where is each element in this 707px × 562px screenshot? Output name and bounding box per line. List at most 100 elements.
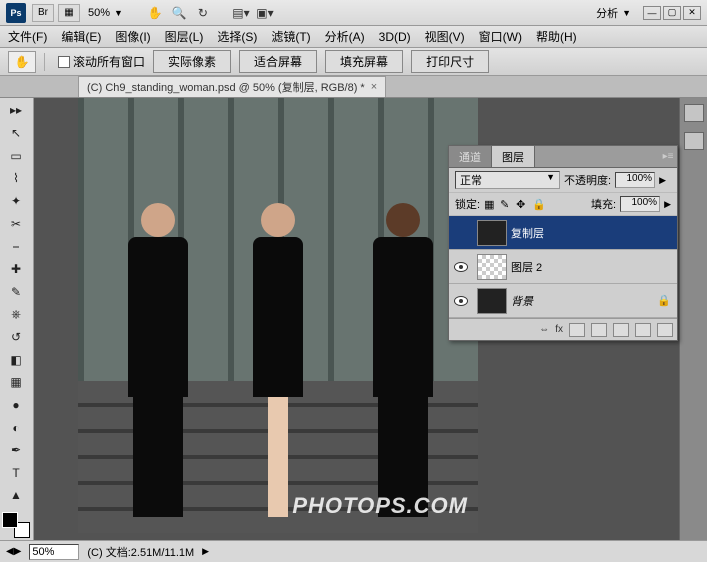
lasso-tool[interactable]: ⌇ [2, 168, 30, 189]
menu-3d[interactable]: 3D(D) [379, 30, 411, 44]
blend-mode-select[interactable]: 正常 ▼ [455, 171, 560, 189]
minimize-button[interactable]: — [643, 6, 661, 20]
opacity-slider-icon[interactable]: ▶ [659, 175, 666, 186]
brush-tool[interactable]: ✎ [2, 281, 30, 302]
lock-position-icon[interactable]: ✥ [516, 198, 528, 210]
menu-help[interactable]: 帮助(H) [536, 28, 577, 45]
layer-row[interactable]: 复制层 [449, 216, 677, 250]
document-canvas[interactable]: PHOTOPS.COM [78, 98, 478, 533]
print-size-button[interactable]: 打印尺寸 [411, 50, 489, 73]
actual-pixels-button[interactable]: 实际像素 [153, 50, 231, 73]
bridge-button[interactable]: Br [32, 4, 54, 22]
move-tool[interactable]: ↖ [2, 123, 30, 144]
doc-info[interactable]: (C) 文档:2.51M/11.1M [87, 544, 194, 560]
opacity-input[interactable]: 100% [615, 172, 655, 188]
lock-transparency-icon[interactable]: ▦ [484, 198, 496, 210]
maximize-button[interactable]: ▢ [663, 6, 681, 20]
status-arrows[interactable]: ◀▶ [6, 546, 21, 557]
new-layer-icon[interactable] [635, 323, 651, 337]
stamp-tool[interactable]: ⎈ [2, 304, 30, 325]
arrange-docs-icon[interactable]: ▤▾ [232, 4, 250, 22]
close-tab-icon[interactable]: × [371, 81, 377, 93]
dodge-tool[interactable]: ◐ [2, 417, 30, 438]
path-select-tool[interactable]: ▲ [2, 485, 30, 506]
zoom-dropdown-icon[interactable]: ▼ [114, 8, 123, 18]
fit-screen-button[interactable]: 适合屏幕 [239, 50, 317, 73]
handle-icon[interactable]: ▸▸ [2, 100, 30, 121]
menu-layer[interactable]: 图层(L) [165, 28, 204, 45]
fill-input[interactable]: 100% [620, 196, 660, 212]
adjustment-layer-icon[interactable] [591, 323, 607, 337]
layer-row[interactable]: 图层 2 [449, 250, 677, 284]
options-bar: ✋ 滚动所有窗口 实际像素 适合屏幕 填充屏幕 打印尺寸 [0, 48, 707, 76]
scroll-all-checkbox[interactable]: 滚动所有窗口 [58, 53, 145, 70]
tab-channels[interactable]: 通道 [449, 146, 492, 167]
lock-all-icon[interactable]: 🔒 [532, 198, 544, 210]
workspace-dropdown-icon[interactable]: ▼ [622, 8, 631, 18]
menu-view[interactable]: 视图(V) [425, 28, 465, 45]
lock-pixels-icon[interactable]: ✎ [500, 198, 512, 210]
pen-tool[interactable]: ✒ [2, 440, 30, 461]
layer-thumbnail[interactable] [477, 254, 507, 280]
scroll-all-label: 滚动所有窗口 [73, 53, 145, 70]
marquee-tool[interactable]: ▭ [2, 145, 30, 166]
menubar: 文件(F) 编辑(E) 图像(I) 图层(L) 选择(S) 滤镜(T) 分析(A… [0, 26, 707, 48]
document-tab[interactable]: (C) Ch9_standing_woman.psd @ 50% (复制层, R… [78, 76, 386, 97]
visibility-toggle[interactable] [449, 296, 473, 306]
history-brush-icon[interactable]: ▦ [58, 4, 80, 22]
fg-color-swatch[interactable] [2, 512, 18, 528]
layer-name[interactable]: 背景 [511, 293, 533, 309]
fill-slider-icon[interactable]: ▶ [664, 199, 671, 210]
menu-edit[interactable]: 编辑(E) [61, 28, 101, 45]
dock-image-icon[interactable] [684, 132, 704, 150]
eyedropper-tool[interactable]: ⎯ [2, 236, 30, 257]
panel-menu-icon[interactable]: ▸≡ [659, 146, 677, 167]
crop-tool[interactable]: ✂ [2, 213, 30, 234]
menu-filter[interactable]: 滤镜(T) [271, 28, 310, 45]
zoom-tool-icon[interactable]: 🔍 [170, 4, 188, 22]
type-tool[interactable]: T [2, 463, 30, 484]
lock-icon: 🔒 [657, 294, 671, 307]
app-icon[interactable]: Ps [6, 3, 26, 23]
layers-panel[interactable]: 通道 图层 ▸≡ 正常 ▼ 不透明度: 100% ▶ 锁定: ▦ ✎ ✥ 🔒 填… [448, 145, 678, 341]
doc-info-dropdown-icon[interactable]: ▶ [202, 546, 209, 557]
current-tool-icon[interactable]: ✋ [8, 51, 36, 73]
menu-analysis[interactable]: 分析(A) [325, 28, 365, 45]
fx-icon[interactable]: fx [555, 324, 563, 335]
menu-select[interactable]: 选择(S) [217, 28, 257, 45]
titlebar: Ps Br ▦ 50%▼ ✋ 🔍 ↻ ▤▾ ▣▾ 分析▼ — ▢ ✕ [0, 0, 707, 26]
screen-mode-icon[interactable]: ▣▾ [256, 4, 274, 22]
menu-file[interactable]: 文件(F) [8, 28, 47, 45]
gradient-tool[interactable]: ▦ [2, 372, 30, 393]
magic-wand-tool[interactable]: ✦ [2, 191, 30, 212]
fill-screen-button[interactable]: 填充屏幕 [325, 50, 403, 73]
document-tab-title: (C) Ch9_standing_woman.psd @ 50% (复制层, R… [87, 79, 365, 95]
rotate-view-icon[interactable]: ↻ [194, 4, 212, 22]
layer-row[interactable]: 背景 🔒 [449, 284, 677, 318]
close-button[interactable]: ✕ [683, 6, 701, 20]
tab-layers[interactable]: 图层 [492, 146, 535, 167]
fill-label: 填充: [591, 196, 616, 212]
menu-window[interactable]: 窗口(W) [479, 28, 522, 45]
link-layers-icon[interactable]: ⇔ [539, 324, 549, 335]
layer-thumbnail[interactable] [477, 220, 507, 246]
layer-name[interactable]: 图层 2 [511, 259, 542, 275]
visibility-toggle[interactable] [449, 262, 473, 272]
lock-fill-row: 锁定: ▦ ✎ ✥ 🔒 填充: 100% ▶ [449, 193, 677, 216]
new-group-icon[interactable] [613, 323, 629, 337]
dock-histogram-icon[interactable] [684, 104, 704, 122]
workspace-switcher[interactable]: 分析 [592, 5, 622, 21]
eraser-tool[interactable]: ◧ [2, 349, 30, 370]
history-brush-tool[interactable]: ↺ [2, 327, 30, 348]
zoom-input[interactable] [29, 544, 79, 560]
layer-thumbnail[interactable] [477, 288, 507, 314]
hand-tool-icon[interactable]: ✋ [146, 4, 164, 22]
delete-layer-icon[interactable] [657, 323, 673, 337]
fg-bg-color[interactable] [2, 512, 30, 538]
layer-name[interactable]: 复制层 [511, 225, 544, 241]
healing-brush-tool[interactable]: ✚ [2, 259, 30, 280]
zoom-display[interactable]: 50% [88, 7, 110, 19]
menu-image[interactable]: 图像(I) [115, 28, 150, 45]
add-mask-icon[interactable] [569, 323, 585, 337]
blur-tool[interactable]: ● [2, 395, 30, 416]
